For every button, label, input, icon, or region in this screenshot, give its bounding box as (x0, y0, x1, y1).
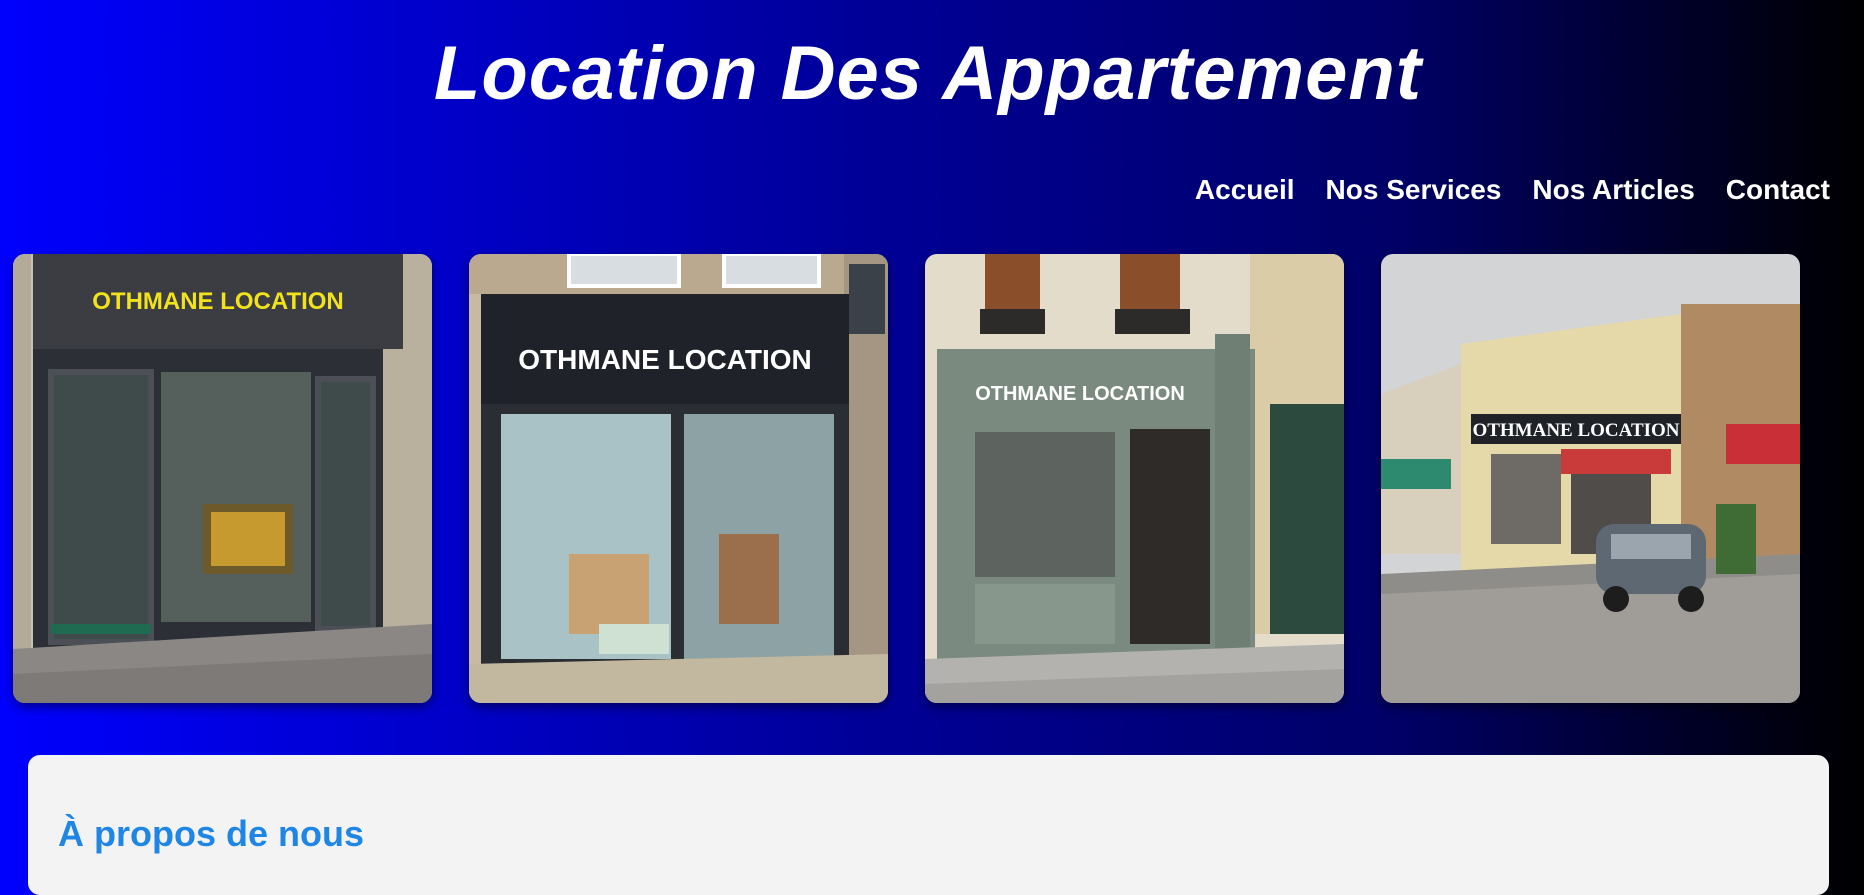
nav-link-accueil[interactable]: Accueil (1195, 174, 1295, 206)
nav-link-articles[interactable]: Nos Articles (1532, 174, 1694, 206)
sign-text: OTHMANE LOCATION (518, 344, 811, 375)
about-heading: À propos de nous (58, 813, 364, 854)
main-nav: Accueil Nos Services Nos Articles Contac… (1195, 174, 1830, 206)
site-title: Location Des Appartement (433, 31, 1423, 116)
sign-text: OTHMANE LOCATION (975, 383, 1185, 405)
sign-text: OTHMANE LOCATION (92, 288, 344, 315)
storefront-image-2[interactable]: OTHMANE LOCATION (469, 254, 888, 703)
nav-link-contact[interactable]: Contact (1726, 174, 1830, 206)
storefront-image-3[interactable]: OTHMANE LOCATION (925, 254, 1344, 703)
storefront-gallery: OTHMANE LOCATION OTHMANE LOCATION OTHMAN… (13, 254, 1800, 703)
sign-text: OTHMANE LOCATION (1472, 420, 1679, 441)
nav-link-services[interactable]: Nos Services (1326, 174, 1502, 206)
storefront-image-1[interactable]: OTHMANE LOCATION (13, 254, 432, 703)
storefront-image-4[interactable]: OTHMANE LOCATION (1381, 254, 1800, 703)
about-section: À propos de nous (28, 755, 1829, 895)
